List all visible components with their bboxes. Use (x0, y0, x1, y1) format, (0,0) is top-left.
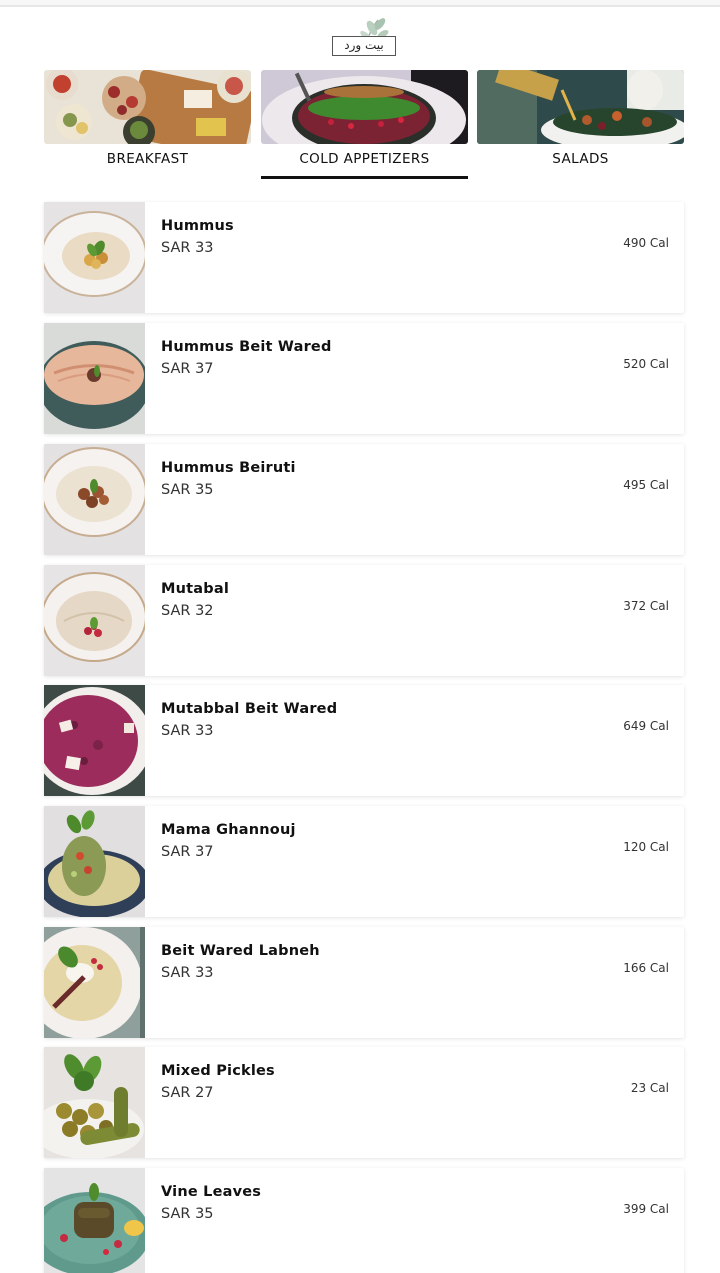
item-name: Hummus Beiruti (161, 460, 296, 476)
item-calories: 120 Cal (623, 840, 669, 854)
item-name: Mama Ghannouj (161, 822, 296, 838)
item-photo (44, 685, 145, 796)
item-calories: 495 Cal (623, 478, 669, 492)
menu-item[interactable]: Mutabal SAR 32 372 Cal (44, 565, 684, 676)
item-price: SAR 33 (161, 240, 214, 256)
menu-item[interactable]: Mama Ghannouj SAR 37 120 Cal (44, 806, 684, 917)
item-calories: 372 Cal (623, 599, 669, 613)
tab-cold-appetizers-label: COLD APPETIZERS (299, 151, 430, 167)
item-calories: 520 Cal (623, 357, 669, 371)
top-divider (0, 0, 720, 7)
tab-breakfast[interactable]: BREAKFAST (44, 70, 251, 182)
menu-item[interactable]: Hummus SAR 33 490 Cal (44, 202, 684, 313)
item-name: Hummus (161, 218, 234, 234)
restaurant-logo: بيت ورد (326, 14, 402, 60)
item-name: Hummus Beit Wared (161, 339, 332, 355)
item-name: Mutabal (161, 581, 230, 597)
item-name: Mutabbal Beit Wared (161, 701, 338, 717)
menu-item[interactable]: Hummus Beit Wared SAR 37 520 Cal (44, 323, 684, 434)
item-photo (44, 927, 145, 1038)
item-price: SAR 35 (161, 482, 214, 498)
menu-item[interactable]: Hummus Beiruti SAR 35 495 Cal (44, 444, 684, 555)
menu-item[interactable]: Mixed Pickles SAR 27 23 Cal (44, 1047, 684, 1158)
menu-item[interactable]: Mutabbal Beit Wared SAR 33 649 Cal (44, 685, 684, 796)
logo-text: بيت ورد (344, 38, 384, 52)
item-photo (44, 202, 145, 313)
item-calories: 649 Cal (623, 719, 669, 733)
salads-image (477, 70, 684, 144)
tab-salads-label: SALADS (552, 151, 609, 167)
tab-salads[interactable]: SALADS (477, 70, 684, 182)
menu-item[interactable]: Vine Leaves SAR 35 399 Cal (44, 1168, 684, 1273)
cold-appetizers-image (261, 70, 468, 144)
active-tab-indicator (261, 176, 468, 179)
category-tabs: BREAKFAST COLD APPETIZERS SALADS (44, 70, 684, 182)
menu-item[interactable]: Beit Wared Labneh SAR 33 166 Cal (44, 927, 684, 1038)
item-price: SAR 33 (161, 965, 214, 981)
item-price: SAR 32 (161, 603, 214, 619)
tab-cold-appetizers[interactable]: COLD APPETIZERS (261, 70, 468, 182)
item-price: SAR 35 (161, 1206, 214, 1222)
item-photo (44, 1047, 145, 1158)
item-calories: 399 Cal (623, 1202, 669, 1216)
item-price: SAR 33 (161, 723, 214, 739)
breakfast-image (44, 70, 251, 144)
item-calories: 490 Cal (623, 236, 669, 250)
item-price: SAR 37 (161, 844, 214, 860)
item-price: SAR 37 (161, 361, 214, 377)
item-photo (44, 806, 145, 917)
item-photo (44, 444, 145, 555)
item-calories: 23 Cal (630, 1081, 669, 1095)
item-price: SAR 27 (161, 1085, 214, 1101)
item-name: Beit Wared Labneh (161, 943, 320, 959)
item-photo (44, 323, 145, 434)
item-name: Mixed Pickles (161, 1063, 275, 1079)
item-name: Vine Leaves (161, 1184, 262, 1200)
item-calories: 166 Cal (623, 961, 669, 975)
tab-breakfast-label: BREAKFAST (106, 151, 189, 167)
item-photo (44, 1168, 145, 1273)
item-photo (44, 565, 145, 676)
